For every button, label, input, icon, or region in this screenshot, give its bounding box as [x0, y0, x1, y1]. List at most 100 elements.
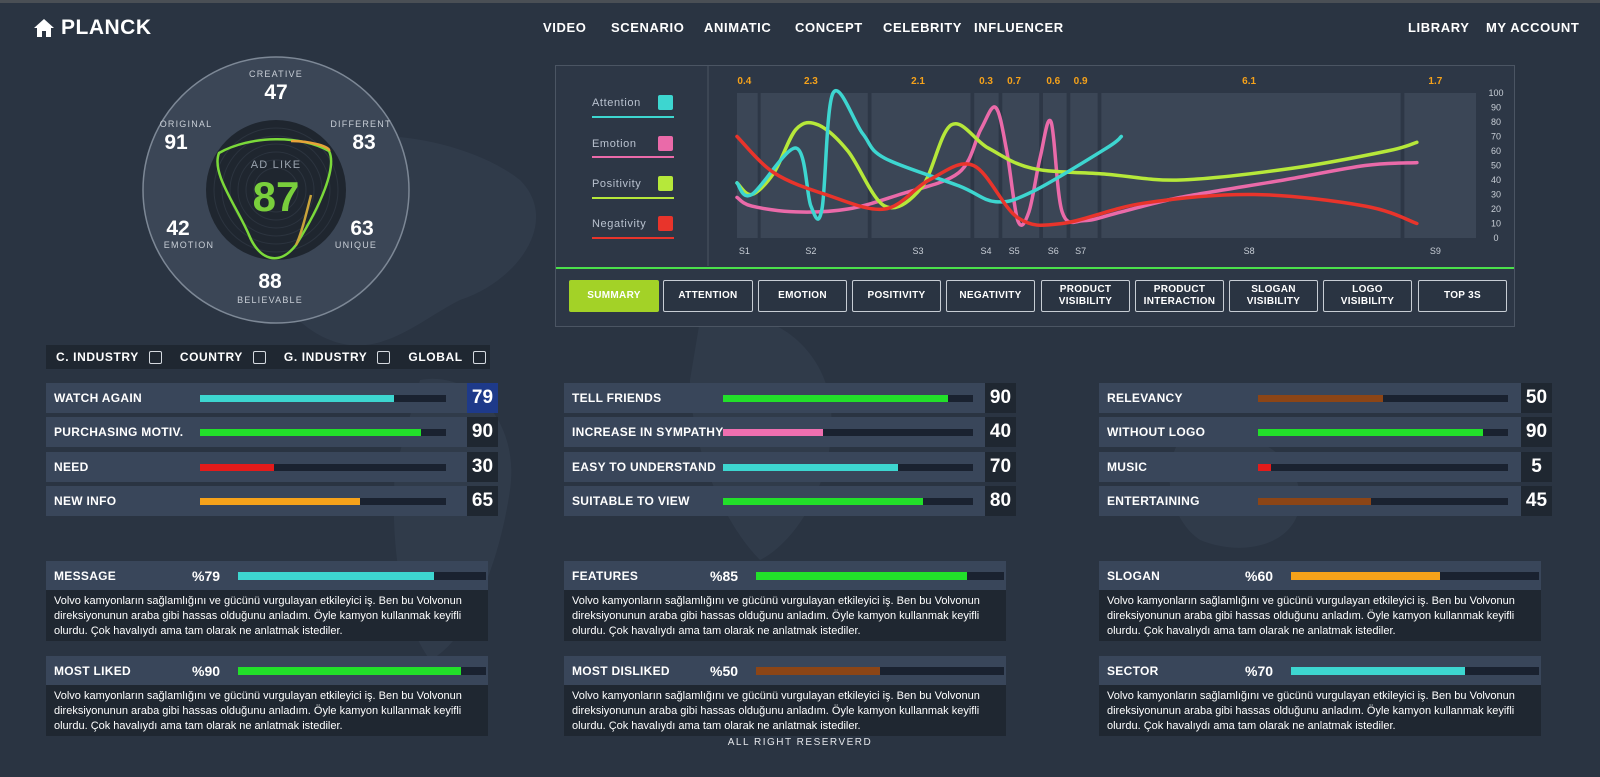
scene-value-label: 1.7: [1428, 76, 1442, 87]
y-tick-label: 100: [1488, 88, 1503, 98]
metric-bar-fill: [1258, 429, 1483, 436]
radar-value-believable: 88: [258, 270, 282, 293]
nav-animatic[interactable]: ANIMATIC: [704, 20, 771, 35]
radar-value-unique: 63: [350, 217, 374, 240]
metric-value: 80: [985, 486, 1016, 516]
nav-my-account[interactable]: MY ACCOUNT: [1486, 20, 1579, 35]
metric-bar-track: [723, 429, 973, 436]
insight-card-header: MOST DISLIKED %50: [564, 656, 1006, 685]
metric-row[interactable]: INCREASE IN SYMPATHY: [564, 417, 985, 447]
metric-bar-track: [1258, 429, 1508, 436]
nav-influencer[interactable]: INFLUENCER: [974, 20, 1064, 35]
radar-label-believable: BELIEVABLE: [237, 295, 303, 305]
metric-row[interactable]: ENTERTAINING: [1099, 486, 1521, 516]
insight-card-bar-track: [1291, 667, 1539, 675]
ad-like-label: AD LIKE: [250, 159, 302, 171]
metric-row[interactable]: SUITABLE TO VIEW: [564, 486, 985, 516]
filter-global[interactable]: GLOBAL: [408, 350, 486, 364]
metric-bar-fill: [200, 429, 422, 436]
metric-bar-track: [723, 498, 973, 505]
insight-card: FEATURES %85 Volvo kamyonların sağlamlığın…: [564, 561, 1006, 641]
tab-product-visibility[interactable]: PRODUCT VISIBILITY: [1041, 280, 1130, 312]
insight-card: MOST DISLIKED %50 Volvo kamyonların sağlam…: [564, 656, 1006, 736]
metric-bar-track: [1258, 464, 1508, 471]
insight-card-header: MOST LIKED %90: [46, 656, 488, 685]
metric-row[interactable]: NEW INFO: [46, 486, 467, 516]
nav-concept[interactable]: CONCEPT: [795, 20, 863, 35]
insight-card-percent: %85: [710, 568, 739, 584]
insight-card-percent: %90: [192, 663, 221, 679]
metric-value: 70: [985, 452, 1016, 482]
nav-video[interactable]: VIDEO: [543, 20, 586, 35]
metric-row[interactable]: PURCHASING MOTIV.: [46, 417, 467, 447]
filter-g-industry-label: G. INDUSTRY: [283, 350, 368, 364]
metric-row[interactable]: MUSIC: [1099, 452, 1521, 482]
metric-bar-fill: [1258, 498, 1371, 505]
benchmark-filters: C. INDUSTRY COUNTRY G. INDUSTRY GLOBAL: [46, 345, 490, 369]
scene-label: S5: [1009, 246, 1020, 256]
insight-card-header: FEATURES %85: [564, 561, 1006, 590]
filter-g-industry[interactable]: G. INDUSTRY: [284, 350, 391, 364]
filter-global-checkbox[interactable]: [472, 350, 486, 364]
metric-value: 79: [467, 383, 498, 413]
radar-label-emotion: EMOTION: [163, 240, 215, 250]
metric-bar-fill: [200, 498, 360, 505]
insight-card-percent: %79: [192, 568, 221, 584]
insight-card-text: Volvo kamyonların sağlamlığını ve gücünü…: [564, 590, 1006, 641]
tab-attention[interactable]: ATTENTION: [663, 280, 753, 312]
y-tick-label: 60: [1491, 146, 1501, 156]
radar-label-different: DIFFERENT: [330, 119, 392, 129]
metric-row[interactable]: WATCH AGAIN: [46, 383, 467, 413]
radar-value-original: 91: [164, 131, 188, 154]
metric-value: 50: [1521, 383, 1552, 413]
insight-card-header: SLOGAN %60: [1099, 561, 1541, 590]
scene-value-label: 2.3: [804, 76, 818, 87]
filter-c-industry-checkbox[interactable]: [148, 350, 162, 364]
insight-card-text: Volvo kamyonların sağlamlığını ve gücünü…: [564, 685, 1006, 736]
nav-library[interactable]: LIBRARY: [1408, 20, 1470, 35]
y-tick-label: 30: [1491, 190, 1501, 200]
filter-c-industry[interactable]: C. INDUSTRY: [56, 350, 162, 364]
radar-label-unique: UNIQUE: [334, 240, 378, 250]
tab-negativity[interactable]: NEGATIVITY: [946, 280, 1035, 312]
metric-row[interactable]: EASY TO UNDERSTAND: [564, 452, 985, 482]
insight-card-percent: %70: [1245, 663, 1274, 679]
metric-row[interactable]: NEED: [46, 452, 467, 482]
insight-card-header: SECTOR %70: [1099, 656, 1541, 685]
scene-value-label: 2.1: [911, 76, 925, 87]
scene-label: S2: [805, 246, 816, 256]
metric-row[interactable]: TELL FRIENDS: [564, 383, 985, 413]
tab-summary[interactable]: SUMMARY: [569, 280, 659, 312]
metric-bar-track: [723, 464, 973, 471]
insight-card-title: MESSAGE: [54, 569, 117, 583]
insight-card-bar-fill: [1291, 667, 1465, 675]
insight-card-title: SECTOR: [1107, 664, 1159, 678]
nav-celebrity[interactable]: CELEBRITY: [883, 20, 962, 35]
metric-label: INCREASE IN SYMPATHY: [572, 425, 724, 439]
insight-card-header: MESSAGE %79: [46, 561, 488, 590]
filter-country[interactable]: COUNTRY: [180, 350, 266, 364]
y-tick-label: 90: [1491, 103, 1501, 113]
insight-card-text: Volvo kamyonların sağlamlığını ve gücünü…: [46, 590, 488, 641]
footer-text: ALL RIGHT RESERVERD: [727, 737, 873, 748]
insight-card-bar-track: [238, 667, 486, 675]
filter-country-checkbox[interactable]: [252, 350, 266, 364]
radar-value-creative: 47: [264, 81, 288, 104]
insight-card-percent: %60: [1245, 568, 1274, 584]
metric-row[interactable]: WITHOUT LOGO: [1099, 417, 1521, 447]
y-tick-label: 70: [1491, 132, 1501, 142]
metric-value: 45: [1521, 486, 1552, 516]
metric-row[interactable]: RELEVANCY: [1099, 383, 1521, 413]
tab-product-interaction[interactable]: PRODUCT INTERACTION: [1135, 280, 1224, 312]
scene-label: S3: [913, 246, 924, 256]
metric-value: 40: [985, 417, 1016, 447]
tab-slogan-visibility[interactable]: SLOGAN VISIBILITY: [1229, 280, 1318, 312]
scene-value-label: 0.3: [979, 76, 993, 87]
tab-positivity[interactable]: POSITIVITY: [852, 280, 941, 312]
nav-scenario[interactable]: SCENARIO: [611, 20, 684, 35]
tab-logo-visibility[interactable]: LOGO VISIBILITY: [1323, 280, 1412, 312]
tab-top-3s[interactable]: TOP 3S: [1418, 280, 1507, 312]
filter-g-industry-checkbox[interactable]: [377, 350, 391, 364]
metric-label: EASY TO UNDERSTAND: [572, 460, 717, 474]
tab-emotion[interactable]: EMOTION: [758, 280, 847, 312]
